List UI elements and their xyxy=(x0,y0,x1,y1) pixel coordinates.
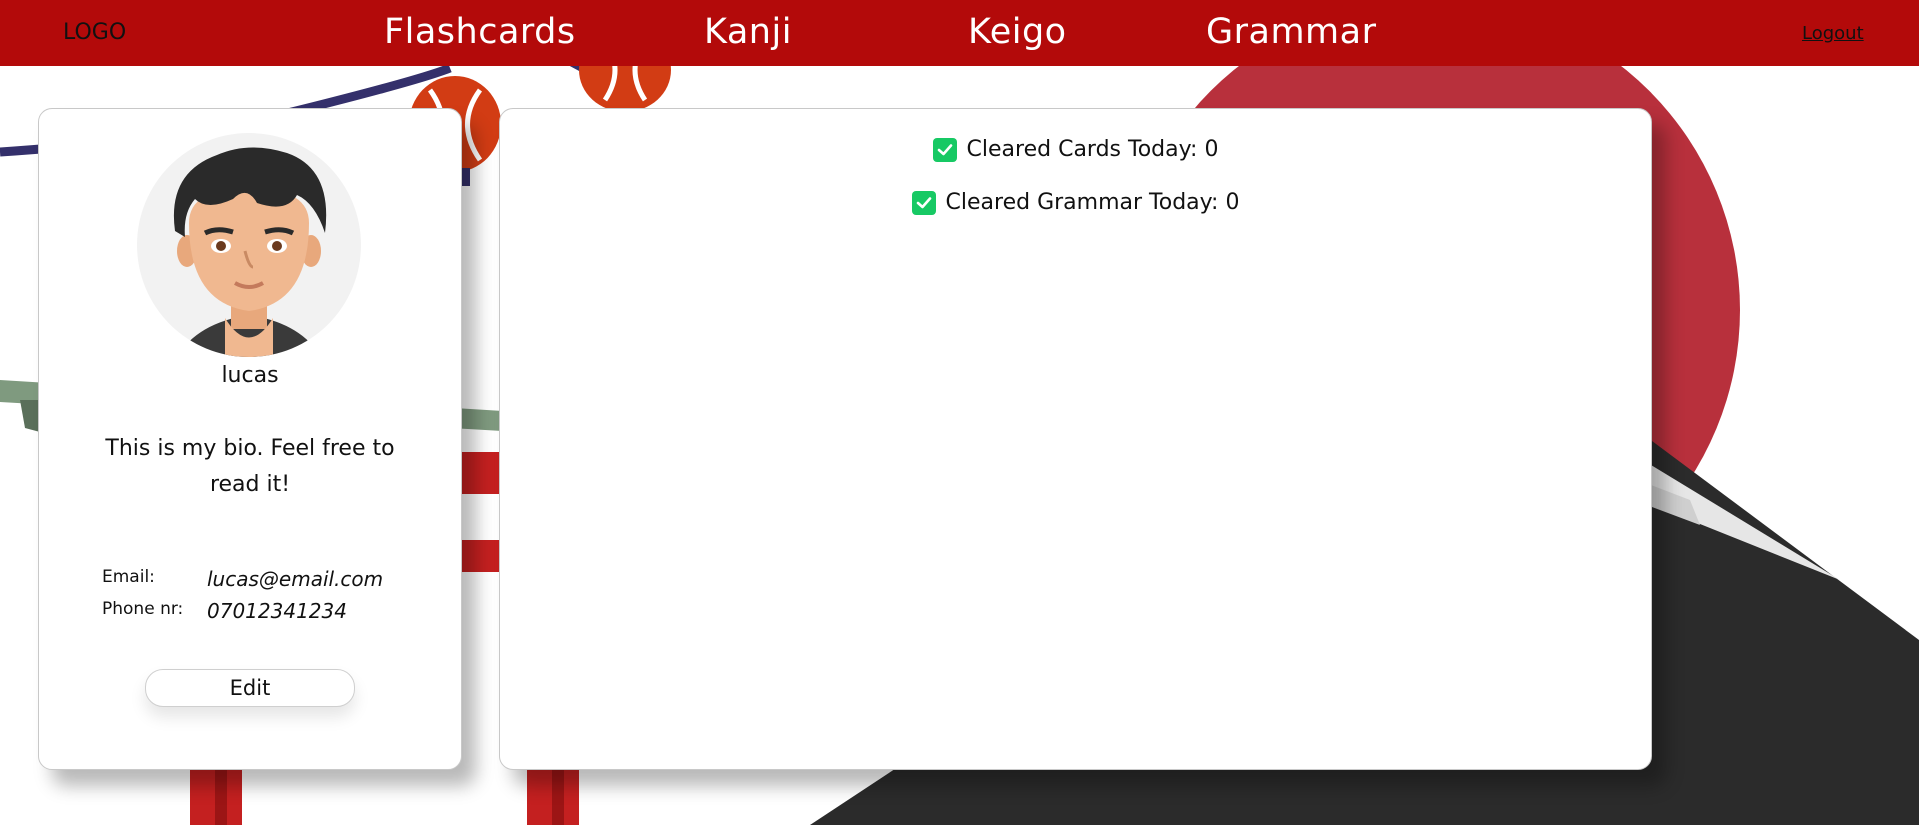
email-label: Email: xyxy=(102,567,155,587)
checkbox-checked-icon xyxy=(911,190,936,215)
cleared-grammar-text: Cleared Grammar Today: 0 xyxy=(945,190,1240,215)
phone-value: 07012341234 xyxy=(207,599,347,623)
username: lucas xyxy=(221,363,279,388)
stat-row-cards: Cleared Cards Today: 0 xyxy=(500,137,1651,162)
edit-button[interactable]: Edit xyxy=(145,669,355,707)
avatar xyxy=(137,133,361,357)
nav-link-flashcards[interactable]: Flashcards xyxy=(384,12,576,52)
top-navbar: LOGO Flashcards Kanji Keigo Grammar Logo… xyxy=(0,0,1919,66)
nav-link-kanji[interactable]: Kanji xyxy=(704,12,792,52)
phone-label: Phone nr: xyxy=(102,599,184,619)
nav-link-keigo[interactable]: Keigo xyxy=(968,12,1067,52)
bio-text: This is my bio. Feel free to read it! xyxy=(105,436,395,497)
stats-card: Cleared Cards Today: 0 Cleared Grammar T… xyxy=(499,108,1652,770)
stat-row-grammar: Cleared Grammar Today: 0 xyxy=(500,190,1651,215)
avatar-illustration xyxy=(173,147,327,357)
logo[interactable]: LOGO xyxy=(63,20,126,45)
checkbox-checked-icon xyxy=(932,137,957,162)
nav-link-grammar[interactable]: Grammar xyxy=(1206,12,1377,52)
profile-card: lucas This is my bio. Feel free to read … xyxy=(38,108,462,770)
email-value: lucas@email.com xyxy=(207,567,384,591)
logout-link[interactable]: Logout xyxy=(1802,23,1864,44)
cleared-cards-text: Cleared Cards Today: 0 xyxy=(966,137,1219,162)
